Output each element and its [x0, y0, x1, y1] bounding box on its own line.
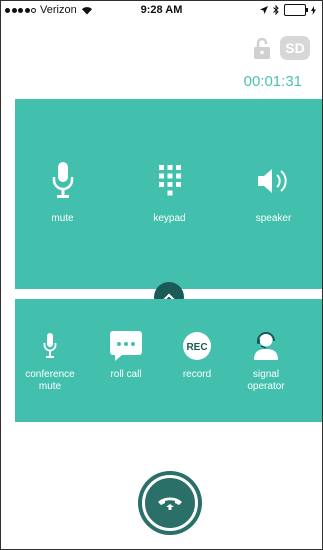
conference-mute-label: conference mute	[25, 369, 75, 392]
rec-icon: REC	[183, 332, 211, 360]
bluetooth-icon	[273, 5, 279, 15]
microphone-icon	[52, 162, 73, 198]
battery-icon	[284, 4, 308, 16]
mute-label: mute	[51, 213, 74, 224]
conference-controls-panel: conference mute roll call REC record sig…	[15, 299, 322, 422]
keypad-label: keypad	[153, 213, 186, 224]
chat-bubble-icon	[110, 331, 142, 361]
end-call-ring	[142, 475, 198, 531]
keypad-icon	[158, 165, 181, 196]
mute-button[interactable]: mute	[35, 161, 90, 225]
microphone-icon	[43, 333, 57, 358]
signal-operator-button[interactable]: signal operator	[235, 329, 297, 393]
hang-up-icon	[158, 497, 182, 510]
status-bar: Verizon 9:28 AM	[1, 1, 322, 21]
end-call-button[interactable]	[138, 471, 202, 535]
unlock-icon[interactable]	[253, 37, 271, 59]
phone-screen: Verizon 9:28 AM SD 00:01:31 mute keypad …	[0, 0, 323, 550]
conference-mute-button[interactable]: conference mute	[19, 329, 81, 393]
rec-icon-text: REC	[186, 342, 207, 353]
operator-icon	[254, 332, 278, 360]
signal-operator-label: signal operator	[247, 369, 285, 392]
status-right	[260, 4, 316, 16]
primary-controls-panel: mute keypad speaker	[15, 99, 322, 289]
roll-call-label: roll call	[110, 369, 142, 380]
speaker-label: speaker	[255, 213, 292, 224]
keypad-button[interactable]: keypad	[142, 161, 197, 225]
charging-bolt-icon	[311, 5, 316, 15]
call-timer: 00:01:31	[243, 73, 302, 90]
speaker-button[interactable]: speaker	[246, 161, 301, 225]
sd-quality-badge[interactable]: SD	[280, 36, 310, 60]
roll-call-button[interactable]: roll call	[97, 329, 155, 381]
record-label: record	[182, 369, 212, 380]
location-arrow-icon	[260, 6, 268, 14]
record-button[interactable]: REC record	[168, 329, 226, 381]
speaker-icon	[257, 169, 287, 193]
